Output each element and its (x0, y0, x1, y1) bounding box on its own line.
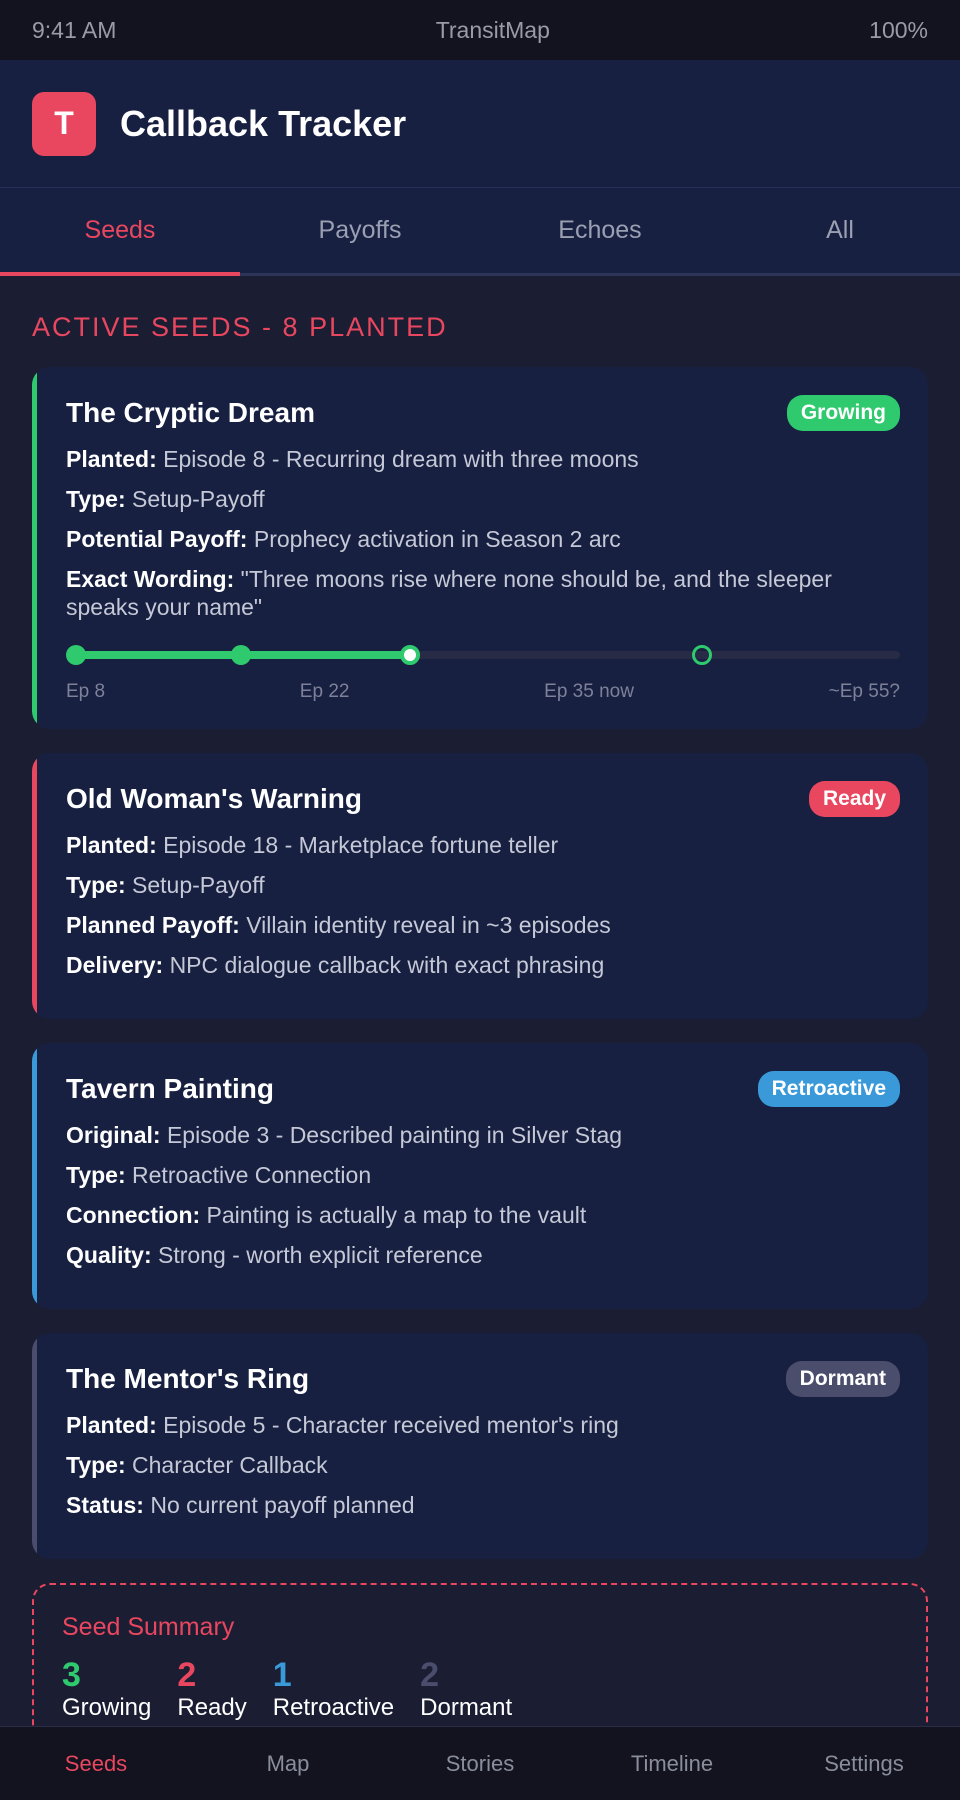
timeline-label-end: ~Ep 55? (828, 681, 900, 702)
timeline-label-start: Ep 8 (66, 681, 106, 702)
page-title: Callback Tracker (120, 102, 407, 144)
app-header: T Callback Tracker (0, 60, 960, 188)
nav-stories[interactable]: Stories (384, 1727, 576, 1800)
stat-value: 1 (272, 1656, 292, 1694)
stat-growing: 3 Growing (62, 1658, 151, 1722)
stat-ready: 2 Ready (177, 1658, 246, 1722)
tab-echoes[interactable]: Echoes (480, 188, 720, 273)
stat-value: 3 (62, 1656, 81, 1694)
section-title: ACTIVE SEEDS - 8 PLANTED (32, 312, 448, 342)
field-planted: Planted: Episode 8 - Recurring dream wit… (66, 446, 639, 472)
field-potential-payoff: Potential Payoff: Prophecy activation in… (66, 526, 621, 552)
timeline-marker-ep8 (66, 645, 86, 665)
timeline-marker-future (692, 645, 712, 665)
field-planned-payoff: Planned Payoff: Villain identity reveal … (66, 912, 611, 938)
status-badge: Ready (808, 781, 900, 817)
seed-card-mentors-ring[interactable]: The Mentor's Ring Dormant Planted: Episo… (32, 1333, 928, 1559)
card-title: The Mentor's Ring (66, 1363, 310, 1394)
field-quality: Quality: Strong - worth explicit referen… (66, 1242, 483, 1268)
status-badge: Retroactive (757, 1071, 900, 1107)
field-exact-wording: Exact Wording: "Three moons rise where n… (66, 566, 832, 620)
status-badge: Growing (786, 395, 900, 431)
nav-settings[interactable]: Settings (768, 1727, 960, 1800)
stat-label: Dormant (420, 1694, 513, 1721)
status-battery: 100% (869, 16, 928, 43)
timeline-label-now: Ep 35 now (544, 681, 634, 702)
summary-title: Seed Summary (62, 1613, 235, 1641)
status-bar: 9:41 AM TransitMap 100% (0, 0, 960, 60)
main-content: ACTIVE SEEDS - 8 PLANTED The Cryptic Dre… (0, 276, 960, 1743)
field-type: Type: Retroactive Connection (66, 1162, 372, 1188)
stat-retroactive: 1 Retroactive (273, 1658, 394, 1722)
card-title: Old Woman's Warning (66, 783, 362, 814)
status-app-name: TransitMap (435, 16, 550, 43)
nav-map[interactable]: Map (192, 1727, 384, 1800)
seed-card-old-womans-warning[interactable]: Old Woman's Warning Ready Planted: Episo… (32, 753, 928, 1019)
timeline-marker-ep22 (231, 645, 251, 665)
seed-summary: Seed Summary 3 Growing 2 Ready 1 Retroac… (32, 1583, 928, 1743)
nav-timeline[interactable]: Timeline (576, 1727, 768, 1800)
bottom-nav: Seeds Map Stories Timeline Settings (0, 1726, 960, 1800)
tab-payoffs[interactable]: Payoffs (240, 188, 480, 273)
status-time: 9:41 AM (32, 16, 117, 43)
tab-bar: Seeds Payoffs Echoes All (0, 188, 960, 276)
stat-dormant: 2 Dormant (420, 1658, 512, 1722)
field-type: Type: Setup-Payoff (66, 872, 265, 898)
seed-card-cryptic-dream[interactable]: The Cryptic Dream Growing Planted: Episo… (32, 367, 928, 729)
field-type: Type: Character Callback (66, 1452, 328, 1478)
summary-stats: 3 Growing 2 Ready 1 Retroactive 2 Dorman… (62, 1658, 898, 1722)
status-badge: Dormant (785, 1361, 900, 1397)
card-title: Tavern Painting (66, 1073, 274, 1104)
episode-timeline: Ep 8 Ep 22 Ep 35 now ~Ep 55? (66, 641, 900, 702)
nav-seeds[interactable]: Seeds (0, 1727, 192, 1800)
field-planted: Planted: Episode 5 - Character received … (66, 1412, 619, 1438)
field-status: Status: No current payoff planned (66, 1492, 415, 1518)
stat-label: Growing (62, 1694, 152, 1721)
field-delivery: Delivery: NPC dialogue callback with exa… (66, 952, 605, 978)
tab-all[interactable]: All (720, 188, 960, 273)
stat-value: 2 (177, 1656, 197, 1694)
timeline-marker-now (400, 645, 420, 665)
stat-label: Retroactive (272, 1694, 395, 1721)
field-planted: Planted: Episode 18 - Marketplace fortun… (66, 832, 559, 858)
field-original: Original: Episode 3 - Described painting… (66, 1122, 623, 1148)
field-type: Type: Setup-Payoff (66, 486, 265, 512)
timeline-label-mid: Ep 22 (299, 681, 350, 702)
stat-value: 2 (420, 1656, 440, 1694)
app-logo: T (32, 91, 96, 156)
tab-seeds[interactable]: Seeds (0, 188, 240, 276)
card-title: The Cryptic Dream (66, 397, 315, 428)
field-connection: Connection: Painting is actually a map t… (66, 1202, 587, 1228)
seed-card-tavern-painting[interactable]: Tavern Painting Retroactive Original: Ep… (32, 1043, 928, 1309)
stat-label: Ready (177, 1694, 247, 1721)
